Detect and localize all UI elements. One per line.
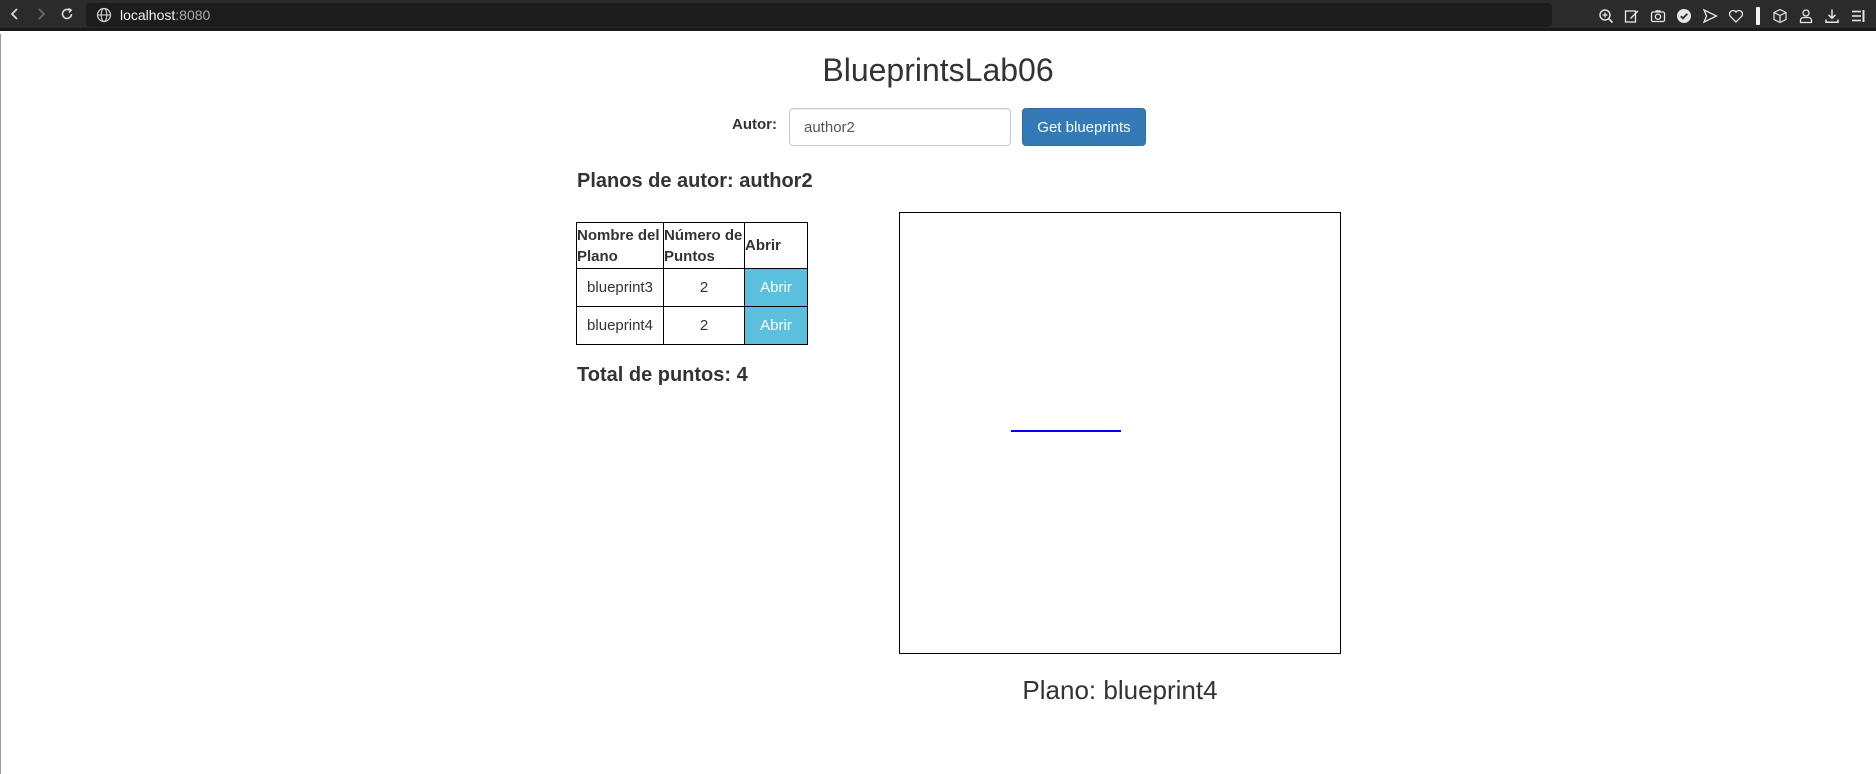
- reload-icon[interactable]: [54, 1, 80, 27]
- browser-toolbar: localhost:8080: [0, 0, 1876, 31]
- header-points: Número de Puntos: [663, 222, 745, 269]
- cell-points: 2: [663, 306, 745, 345]
- author-input[interactable]: [789, 108, 1011, 146]
- account-icon[interactable]: [1796, 6, 1816, 26]
- table-header-row: Nombre del Plano Número de Puntos Abrir: [576, 222, 808, 269]
- download-icon[interactable]: [1822, 6, 1842, 26]
- address-bar[interactable]: localhost:8080: [86, 3, 1552, 27]
- open-blueprint4-button[interactable]: Abrir: [745, 307, 807, 344]
- cell-points: 2: [663, 268, 745, 307]
- cell-name: blueprint4: [576, 306, 664, 345]
- author-form: Autor: Get blueprints: [0, 108, 1876, 148]
- table-row: blueprint3 2 Abrir: [576, 268, 808, 307]
- author-label: Autor:: [732, 116, 777, 133]
- page-title: BlueprintsLab06: [822, 52, 1054, 88]
- table-row: blueprint4 2 Abrir: [576, 306, 808, 345]
- forward-icon[interactable]: [28, 1, 54, 27]
- plan-caption: Plano: blueprint4: [1022, 675, 1218, 705]
- blueprints-table: Nombre del Plano Número de Puntos Abrir …: [576, 222, 808, 345]
- globe-icon: [96, 7, 112, 23]
- header-name: Nombre del Plano: [576, 222, 664, 269]
- cell-open: Abrir: [744, 268, 808, 307]
- box-icon[interactable]: [1770, 6, 1790, 26]
- back-icon[interactable]: [2, 1, 28, 27]
- menu-icon[interactable]: [1848, 6, 1868, 26]
- edit-icon[interactable]: [1622, 6, 1642, 26]
- plans-heading: Planos de autor: author2: [577, 170, 813, 192]
- camera-icon[interactable]: [1648, 6, 1668, 26]
- send-icon[interactable]: [1700, 6, 1720, 26]
- blueprint-canvas[interactable]: [899, 212, 1341, 654]
- heart-icon[interactable]: [1726, 6, 1746, 26]
- cell-name: blueprint3: [576, 268, 664, 307]
- toolbar-separator: [1756, 6, 1760, 25]
- open-blueprint3-button[interactable]: Abrir: [745, 269, 807, 306]
- header-open: Abrir: [744, 222, 808, 269]
- url-host: localhost: [120, 7, 176, 23]
- zoom-icon[interactable]: [1596, 6, 1616, 26]
- extension-toolbar: [1596, 0, 1868, 31]
- total-points-heading: Total de puntos: 4: [577, 364, 748, 386]
- get-blueprints-button[interactable]: Get blueprints: [1022, 108, 1146, 146]
- url-port: :8080: [175, 7, 211, 23]
- blueprint-drawing: [1011, 430, 1121, 432]
- cell-open: Abrir: [744, 306, 808, 345]
- shield-icon[interactable]: [1674, 6, 1694, 26]
